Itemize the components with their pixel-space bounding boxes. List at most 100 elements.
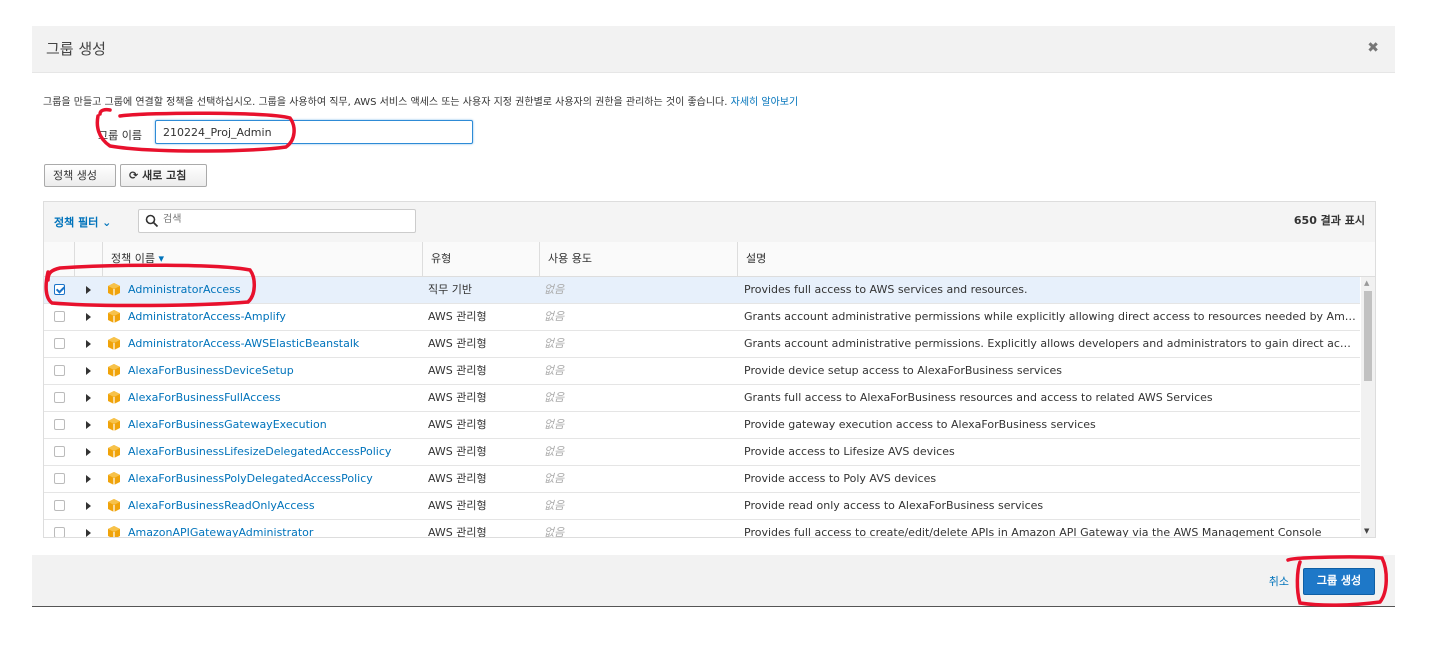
- dialog-title: 그룹 생성: [46, 40, 106, 58]
- policy-type: 직무 기반: [428, 283, 472, 296]
- policy-name-link[interactable]: AdministratorAccess: [128, 277, 428, 303]
- policy-cube-icon: [108, 364, 120, 377]
- policy-cube-icon: [108, 391, 120, 404]
- policy-name-link[interactable]: AmazonAPIGatewayAdministrator: [128, 520, 428, 537]
- policy-type: AWS 관리형: [428, 364, 487, 377]
- scroll-up-icon[interactable]: ▲: [1364, 279, 1369, 287]
- policy-type: AWS 관리형: [428, 310, 487, 323]
- row-checkbox[interactable]: [54, 338, 65, 349]
- policy-type: AWS 관리형: [428, 526, 487, 537]
- table-row[interactable]: AmazonAPIGatewayAdministrator AWS 관리형 없음 Pr…: [44, 520, 1360, 537]
- policy-name-link[interactable]: AlexaForBusinessDeviceSetup: [128, 358, 428, 384]
- policy-usage: 없음: [544, 499, 565, 512]
- expand-caret-icon[interactable]: [86, 502, 91, 510]
- table-row[interactable]: AdministratorAccess-AWSElasticBeanstalk A…: [44, 331, 1360, 358]
- expand-caret-icon[interactable]: [86, 313, 91, 321]
- close-icon[interactable]: ✖: [1367, 40, 1379, 56]
- create-group-button[interactable]: 그룹 생성: [1303, 568, 1375, 595]
- policy-name-link[interactable]: AlexaForBusinessPolyDelegatedAccessPolic…: [128, 466, 428, 492]
- policy-usage: 없음: [544, 337, 565, 350]
- cancel-button[interactable]: 취소: [1269, 573, 1289, 589]
- policy-usage: 없음: [544, 472, 565, 485]
- policy-usage: 없음: [544, 445, 565, 458]
- table-row[interactable]: AlexaForBusinessReadOnlyAccess AWS 관리형 없음 P…: [44, 493, 1360, 520]
- expand-caret-icon[interactable]: [86, 421, 91, 429]
- column-header-description[interactable]: 설명: [737, 242, 1375, 276]
- row-checkbox[interactable]: [54, 527, 65, 537]
- policy-description: Provides full access to create/edit/dele…: [744, 526, 1322, 537]
- column-header-usage[interactable]: 사용 용도: [539, 242, 737, 276]
- table-row[interactable]: AlexaForBusinessGatewayExecution AWS 관리형 없…: [44, 412, 1360, 439]
- results-count: 650 결과 표시: [1293, 214, 1365, 227]
- expand-column-header: [74, 242, 102, 276]
- row-checkbox[interactable]: [54, 419, 65, 430]
- policy-name-link[interactable]: AlexaForBusinessFullAccess: [128, 385, 428, 411]
- policy-name-link[interactable]: AlexaForBusinessLifesizeDelegatedAccessP…: [128, 439, 428, 465]
- row-checkbox[interactable]: [54, 446, 65, 457]
- policy-cube-icon: [108, 418, 120, 431]
- expand-caret-icon[interactable]: [86, 448, 91, 456]
- policy-name-link[interactable]: AdministratorAccess-AWSElasticBeanstalk: [128, 331, 428, 357]
- policy-usage: 없음: [544, 310, 565, 323]
- policy-type: AWS 관리형: [428, 445, 487, 458]
- table-row[interactable]: AlexaForBusinessPolyDelegatedAccessPolic…: [44, 466, 1360, 493]
- refresh-icon: ⟳: [129, 169, 139, 182]
- policy-type: AWS 관리형: [428, 391, 487, 404]
- row-checkbox[interactable]: [54, 473, 65, 484]
- policy-name-link[interactable]: AdministratorAccess-Amplify: [128, 304, 428, 330]
- row-checkbox[interactable]: [54, 311, 65, 322]
- row-checkbox[interactable]: [54, 392, 65, 403]
- policy-name-link[interactable]: AlexaForBusinessGatewayExecution: [128, 412, 428, 438]
- policy-cube-icon: [108, 526, 120, 537]
- search-box[interactable]: [138, 209, 416, 233]
- table-row[interactable]: AdministratorAccess-Amplify AWS 관리형 없음 Gran…: [44, 304, 1360, 331]
- expand-caret-icon[interactable]: [86, 367, 91, 375]
- table-row[interactable]: AlexaForBusinessFullAccess AWS 관리형 없음 Grant…: [44, 385, 1360, 412]
- create-policy-button[interactable]: 정책 생성: [44, 164, 116, 187]
- search-icon: [145, 214, 159, 228]
- policy-name-link[interactable]: AlexaForBusinessReadOnlyAccess: [128, 493, 428, 519]
- dialog-header: 그룹 생성 ✖: [32, 26, 1395, 73]
- column-header-name[interactable]: 정책 이름 ▾: [102, 242, 422, 276]
- group-name-input[interactable]: [155, 120, 473, 144]
- policy-cube-icon: [108, 283, 120, 296]
- expand-caret-icon[interactable]: [86, 475, 91, 483]
- policy-description: Provide access to Lifesize AVS devices: [744, 445, 955, 458]
- policy-filter-label: 정책 필터: [54, 216, 99, 229]
- refresh-button[interactable]: ⟳ 새로 고침: [120, 164, 207, 187]
- expand-caret-icon[interactable]: [86, 286, 91, 294]
- policy-description: Provide read only access to AlexaForBusi…: [744, 499, 1044, 512]
- column-name-label: 정책 이름: [111, 252, 155, 265]
- policy-usage: 없음: [544, 418, 565, 431]
- policy-description: Grants account administrative permission…: [744, 337, 1356, 350]
- policy-cube-icon: [108, 499, 120, 512]
- learn-more-link[interactable]: 자세히 알아보기: [731, 97, 799, 108]
- policy-cube-icon: [108, 337, 120, 350]
- policy-type: AWS 관리형: [428, 499, 487, 512]
- policy-filter-dropdown[interactable]: 정책 필터 ⌄: [54, 214, 111, 230]
- scroll-thumb[interactable]: [1364, 291, 1372, 381]
- table-row[interactable]: AlexaForBusinessDeviceSetup AWS 관리형 없음 Prov…: [44, 358, 1360, 385]
- scroll-down-icon[interactable]: ▼: [1364, 527, 1369, 535]
- policy-usage: 없음: [544, 391, 565, 404]
- filter-bar: 정책 필터 ⌄ 650 결과 표시: [44, 202, 1375, 243]
- expand-caret-icon[interactable]: [86, 529, 91, 537]
- row-checkbox[interactable]: [54, 365, 65, 376]
- table-scrollbar[interactable]: ▲ ▼: [1361, 277, 1375, 537]
- expand-caret-icon[interactable]: [86, 340, 91, 348]
- row-checkbox[interactable]: [54, 500, 65, 511]
- policy-description: Grants full access to AlexaForBusiness r…: [744, 391, 1213, 404]
- sort-desc-icon: ▾: [158, 252, 165, 265]
- policy-type: AWS 관리형: [428, 472, 487, 485]
- policy-cube-icon: [108, 472, 120, 485]
- dialog-footer: 취소 그룹 생성: [32, 555, 1395, 607]
- policy-usage: 없음: [544, 283, 565, 296]
- table-row[interactable]: AdministratorAccess 직무 기반 없음 Provides full …: [44, 277, 1360, 304]
- policy-usage: 없음: [544, 364, 565, 377]
- row-checkbox[interactable]: [54, 284, 65, 295]
- create-group-dialog: 그룹 생성 ✖ 그룹을 만들고 그룹에 연결할 정책을 선택하십시오. 그룹을 …: [32, 26, 1395, 607]
- expand-caret-icon[interactable]: [86, 394, 91, 402]
- column-header-type[interactable]: 유형: [422, 242, 539, 276]
- table-row[interactable]: AlexaForBusinessLifesizeDelegatedAccessP…: [44, 439, 1360, 466]
- search-input[interactable]: [161, 213, 405, 226]
